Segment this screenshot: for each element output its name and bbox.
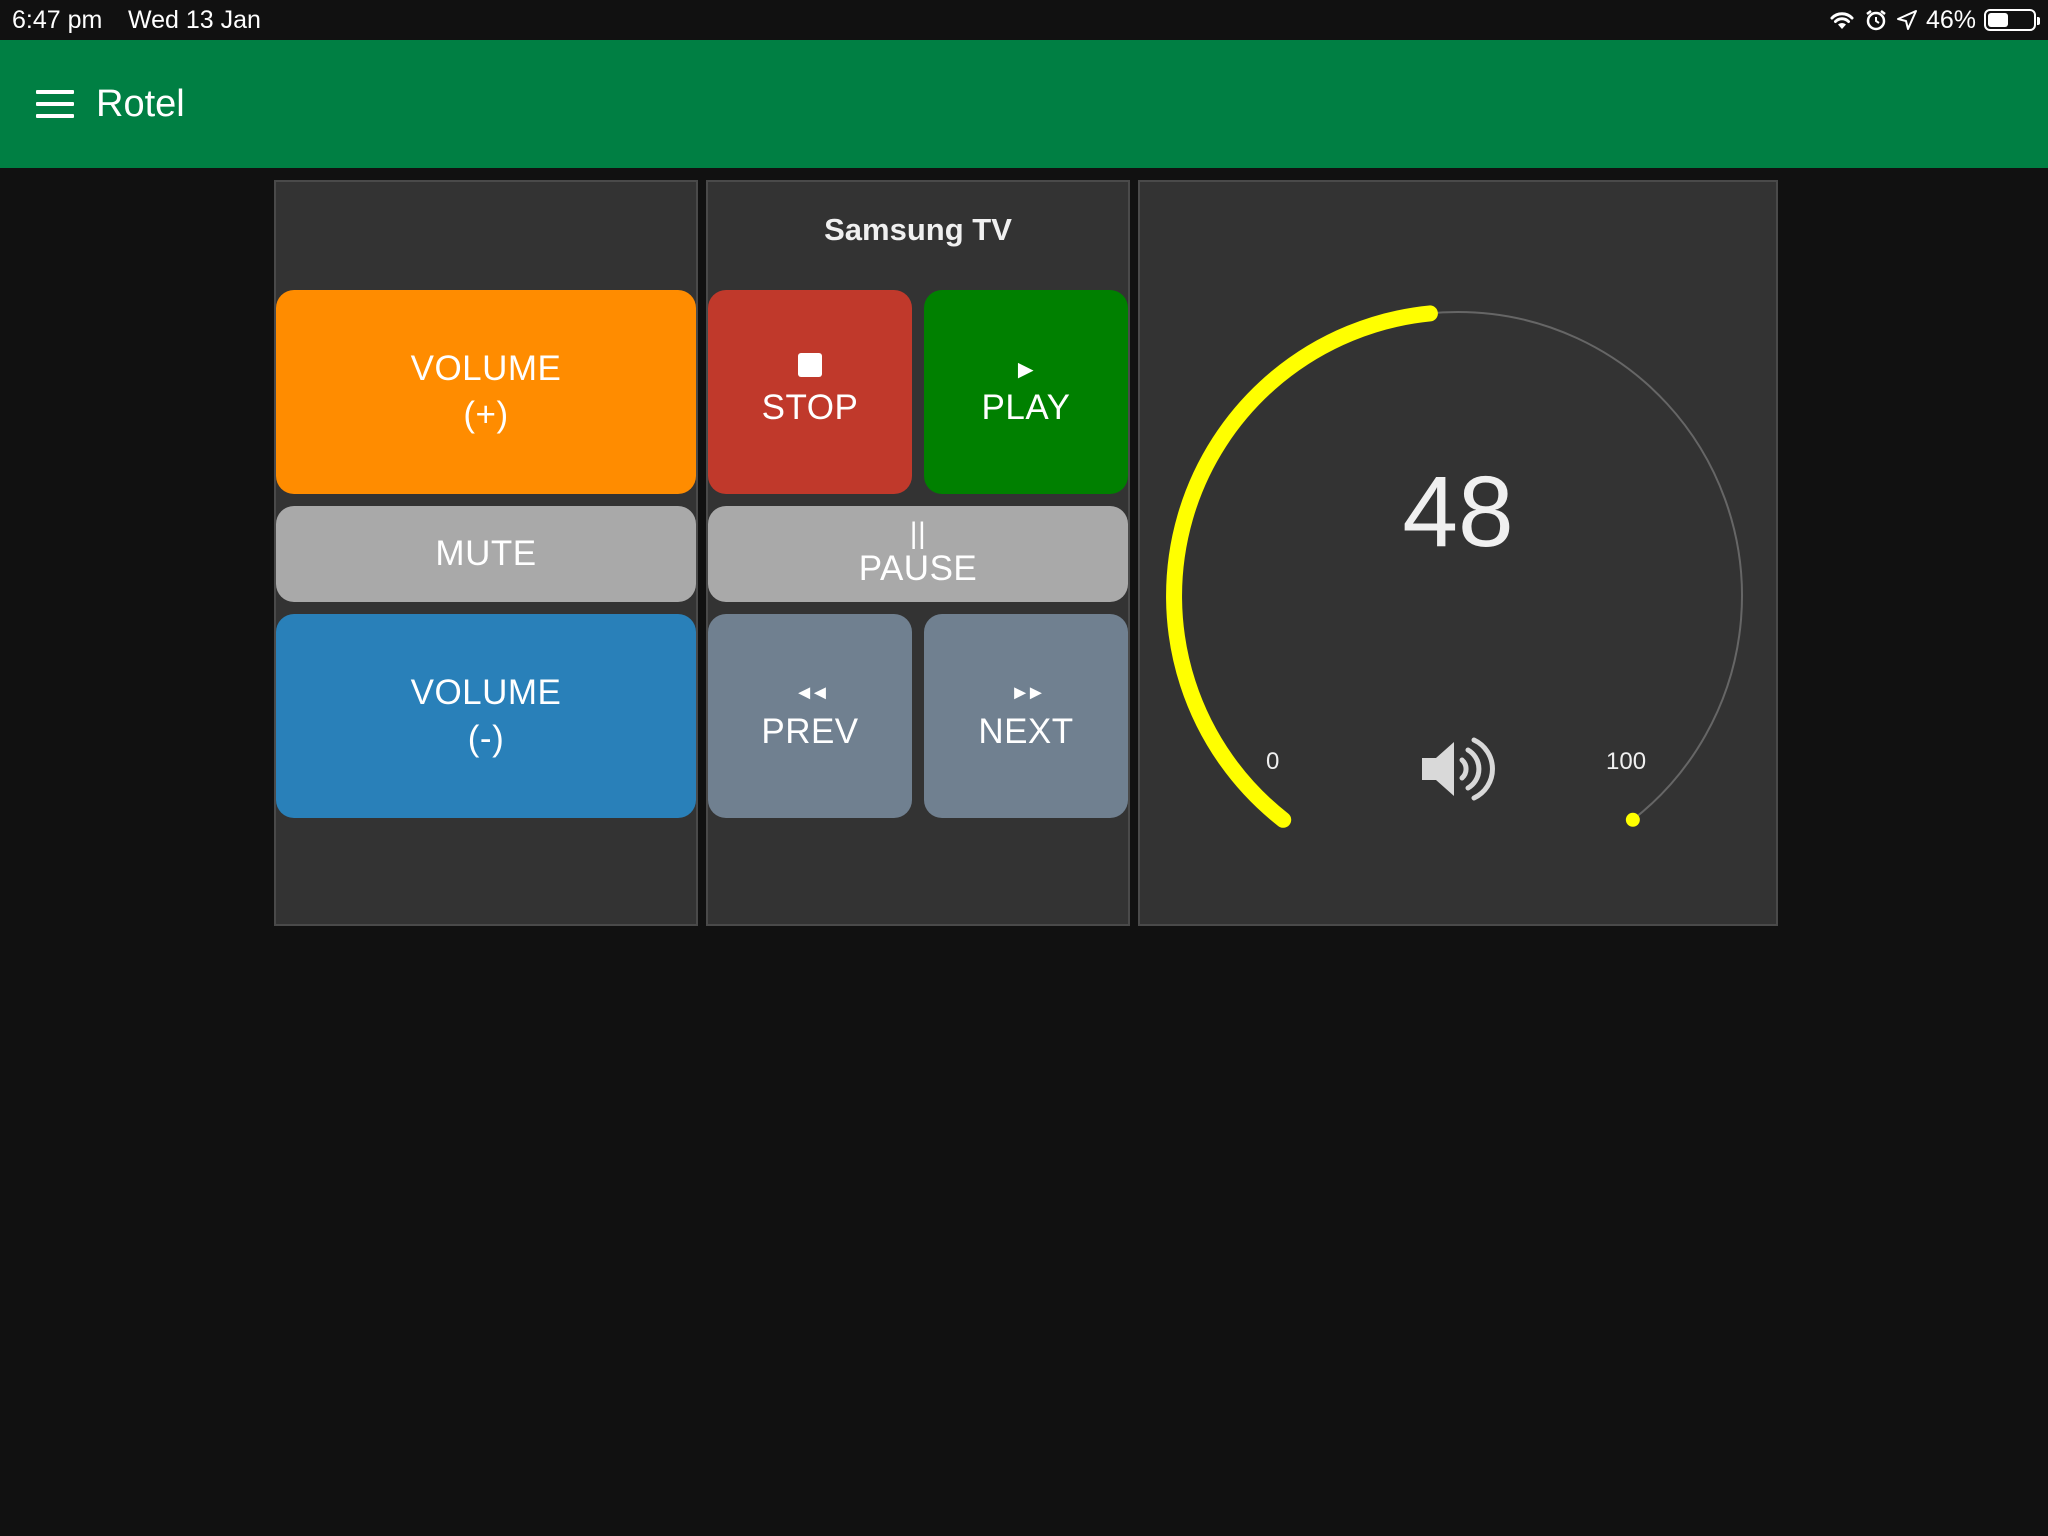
stop-button[interactable]: STOP bbox=[708, 290, 912, 494]
gauge-min-label: 0 bbox=[1266, 748, 1280, 775]
volume-down-label: VOLUME bbox=[410, 673, 562, 712]
volume-up-label: VOLUME bbox=[410, 349, 562, 388]
next-button[interactable]: ►► NEXT bbox=[924, 614, 1128, 818]
hamburger-menu-icon[interactable] bbox=[36, 90, 76, 118]
samsung-tv-card: Samsung TV STOP ► PLAY || PAUSE ◄◄ PREV … bbox=[706, 180, 1130, 926]
wifi-icon bbox=[1830, 12, 1854, 29]
gauge-start-dot bbox=[1276, 812, 1291, 827]
mute-button[interactable]: MUTE bbox=[276, 506, 696, 602]
volume-down-sign: (-) bbox=[467, 719, 505, 758]
stop-icon bbox=[798, 353, 822, 377]
card-title: Samsung TV bbox=[824, 212, 1012, 247]
location-arrow-icon bbox=[1896, 10, 1917, 30]
play-button[interactable]: ► PLAY bbox=[924, 290, 1128, 494]
pause-icon: || bbox=[909, 517, 927, 550]
app-title: Rotel bbox=[96, 83, 185, 125]
prev-button[interactable]: ◄◄ PREV bbox=[708, 614, 912, 818]
fast-forward-icon: ►► bbox=[1010, 682, 1046, 704]
next-label: NEXT bbox=[978, 712, 1074, 751]
volume-gauge-card: 48 0 100 bbox=[1138, 180, 1778, 926]
volume-controls-card: VOLUME (+) MUTE VOLUME (-) bbox=[274, 180, 698, 926]
play-icon: ► bbox=[1012, 354, 1040, 384]
status-icons: 46% bbox=[1828, 4, 2040, 36]
play-label: PLAY bbox=[981, 388, 1071, 427]
gauge-value: 48 bbox=[1402, 456, 1514, 568]
status-date: Wed 13 Jan bbox=[128, 6, 261, 34]
battery-icon bbox=[1984, 9, 2040, 31]
battery-percent: 46% bbox=[1925, 5, 1976, 34]
pause-label: PAUSE bbox=[858, 549, 978, 588]
rewind-icon: ◄◄ bbox=[794, 682, 830, 704]
gauge-max-label: 100 bbox=[1606, 748, 1647, 775]
mute-label: MUTE bbox=[435, 534, 537, 573]
speaker-volume-icon[interactable] bbox=[1418, 734, 1498, 804]
app-bar: Rotel bbox=[0, 40, 2048, 168]
volume-up-button[interactable]: VOLUME (+) bbox=[276, 290, 696, 494]
prev-label: PREV bbox=[761, 712, 859, 751]
status-time: 6:47 pm bbox=[12, 6, 103, 34]
volume-up-sign: (+) bbox=[463, 395, 509, 434]
volume-down-button[interactable]: VOLUME (-) bbox=[276, 614, 696, 818]
status-bar: 6:47 pm Wed 13 Jan 46% bbox=[0, 0, 2048, 40]
gauge-end-dot bbox=[1625, 812, 1640, 827]
alarm-icon bbox=[1866, 10, 1886, 31]
stop-label: STOP bbox=[761, 388, 859, 427]
pause-button[interactable]: || PAUSE bbox=[708, 506, 1128, 602]
